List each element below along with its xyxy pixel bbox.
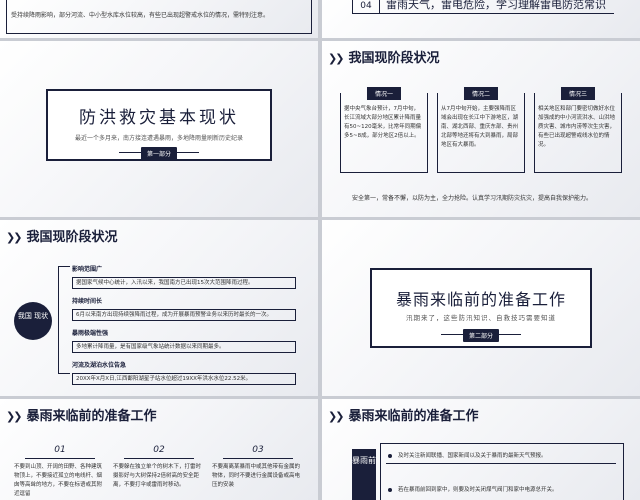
divider bbox=[386, 463, 616, 464]
list-item: 持续时间长 6月以来南方出现持续强降雨过程，成为开展暴雨预警业务以来历时最长的一… bbox=[72, 296, 302, 321]
slide-subtitle: 汛期来了，这些防汛知识、自救技巧需要知道 bbox=[406, 314, 556, 322]
part-badge: 第二部分 bbox=[462, 329, 500, 342]
header-text: 暴雨来临前的准备工作 bbox=[26, 409, 157, 424]
slide-thumbnail[interactable]: 暴雨来临前的准备工作 汛期来了，这些防汛知识、自救技巧需要知道 第二部分 bbox=[322, 220, 640, 396]
chevron-right-icon: ❯❯ bbox=[328, 52, 345, 65]
slide-header: ❯❯ 我国现阶段状况 bbox=[6, 226, 117, 245]
bullet-text: 若在暴雨前回到家中，则要及时关闭煤气阀门和家中电源总开关。 bbox=[398, 487, 558, 493]
slide-header: ❯❯ 暴雨来临前的准备工作 bbox=[6, 405, 156, 424]
item-body: 20XX年X月X日,江西鄱阳湖星子站水位超过19XX年洪水水位22.52米。 bbox=[72, 373, 296, 385]
step-text: 不要到山顶、开阔的田野、各种建筑物顶上，不要接近孤立的电线杆、烟囱等高耸的地方，… bbox=[14, 464, 103, 497]
title-box: 暴雨来临前的准备工作 汛期来了，这些防汛知识、自救技巧需要知道 第二部分 bbox=[370, 268, 592, 348]
divider bbox=[352, 13, 614, 14]
info-card: 情况一 据中央气象台预计，7月中旬，长江流域大部分地区累计降雨量有50~120毫… bbox=[340, 87, 428, 177]
info-card: 情况三 相关地区和部门要密切做好水位加强成的中小河流洪水、山洪地质灾害、城市内涝… bbox=[534, 87, 622, 177]
card-badge: 情况三 bbox=[560, 87, 596, 100]
topic-circle: 我国 现状 bbox=[14, 302, 52, 340]
vertical-label: 暴雨前 bbox=[352, 449, 376, 500]
chevron-right-icon: ❯❯ bbox=[328, 410, 345, 423]
bullet-row: 及时关注新闻联播、国家新闻以及关于暴雨的最新天气预报。 bbox=[386, 449, 616, 463]
section-title: 雷雨天气，雷电危险，学习理解雷电防范常识 bbox=[386, 0, 606, 11]
slide-title: 暴雨来临前的准备工作 bbox=[395, 290, 566, 309]
header-text: 我国现阶段状况 bbox=[26, 230, 118, 245]
slide-thumbnail[interactable]: 防洪救灾基本现状 最近一个多月来，南方接连遭遇暴雨，多地降雨量刷新历史纪录 第一… bbox=[0, 41, 318, 217]
list-item: 河流及湖泊水位告急 20XX年X月X日,江西鄱阳湖星子站水位超过19XX年洪水水… bbox=[72, 360, 302, 385]
step-column: 03 不要离离某暴雨中或其他带有金属的物体，同时不要进行金属设备或高电压的安装 bbox=[212, 445, 304, 490]
list-item: 影响范围广 据国家气候中心统计，入汛以来，我国南方已出现15次大范围降雨过程。 bbox=[72, 264, 302, 289]
step-number: 02 bbox=[153, 445, 165, 455]
divider bbox=[25, 458, 95, 459]
slide-thumbnail[interactable]: ❯❯ 暴雨来临前的准备工作 01 不要到山顶、开阔的田野、各种建筑物顶上，不要接近… bbox=[0, 399, 318, 500]
slide-footer-text: 安全第一，常备不懈，以防为主，全力抢险。认真学习汛期防灾抗灾，提高自我保护能力。 bbox=[352, 195, 593, 202]
title-box: 防洪救灾基本现状 最近一个多月来，南方接连遭遇暴雨，多地降雨量刷新历史纪录 第一… bbox=[46, 89, 272, 161]
header-text: 暴雨来临前的准备工作 bbox=[348, 409, 479, 424]
slide-header: ❯❯ 暴雨来临前的准备工作 bbox=[328, 405, 478, 424]
card-badge: 情况二 bbox=[463, 87, 499, 100]
list-item: 暴雨极端性强 多地累计降雨量，是有国家级气象站统计数据以来同期最多。 bbox=[72, 328, 302, 353]
slide-thumbnail[interactable]: ❯❯ 我国现阶段状况 情况一 据中央气象台预计，7月中旬，长江流域大部分地区累计降… bbox=[322, 41, 640, 217]
card-badge: 情况一 bbox=[366, 87, 402, 100]
info-card: 情况二 从7月中旬开始，主要强降雨区域会出现在长江中下游地区，湖南、湖北西部、重… bbox=[437, 87, 525, 177]
chevron-right-icon: ❯❯ bbox=[6, 231, 23, 244]
step-column: 02 不要躲在独立单个的树木下，打雷时摄影好与大树保持2倍树高的安全距离，不要打… bbox=[113, 445, 205, 490]
item-title: 暴雨极端性强 bbox=[72, 330, 109, 337]
step-text: 不要离离某暴雨中或其他带有金属的物体，同时不要进行金属设备或高电压的安装 bbox=[212, 464, 301, 488]
step-number: 01 bbox=[54, 445, 66, 455]
body-text: 受持续降雨影响，部分河流、中小型水库水位较高，有些已出现超警戒水位的情况，需特别… bbox=[11, 12, 270, 19]
item-title: 影响范围广 bbox=[72, 266, 103, 273]
item-body: 6月以来南方出现持续强降雨过程，成为开展暴雨预警业务以来历时最长的一次。 bbox=[72, 309, 296, 321]
item-title: 河流及湖泊水位告急 bbox=[72, 362, 127, 369]
slide-title: 防洪救灾基本现状 bbox=[79, 108, 239, 128]
card-body: 相关地区和部门要密切做好水位加强成的中小河流洪水、山洪地质灾害、城市内涝等次生灾… bbox=[538, 106, 616, 148]
step-text: 不要躲在独立单个的树木下，打雷时摄影好与大树保持2倍树高的安全距离，不要打伞或雷… bbox=[113, 464, 202, 488]
bullet-text: 及时关注新闻联播、国家新闻以及关于暴雨的最新天气预报。 bbox=[398, 453, 547, 459]
slide-thumbnail[interactable]: 受持续降雨影响，部分河流、中小型水库水位较高，有些已出现超警戒水位的情况，需特别… bbox=[0, 0, 318, 38]
slide-thumbnail[interactable]: ❯❯ 我国现阶段状况 我国 现状 影响范围广 据国家气候中心统计，入汛以来，我国南… bbox=[0, 220, 318, 396]
item-body: 据国家气候中心统计，入汛以来，我国南方已出现15次大范围降雨过程。 bbox=[72, 277, 296, 289]
chevron-right-icon: ❯❯ bbox=[6, 410, 23, 423]
slide-thumbnail[interactable]: 04 雷雨天气，雷电危险，学习理解雷电防范常识 bbox=[322, 0, 640, 38]
step-column: 01 不要到山顶、开阔的田野、各种建筑物顶上，不要接近孤立的电线杆、烟囱等高耸的… bbox=[14, 445, 106, 499]
section-number: 04 bbox=[352, 0, 380, 14]
divider bbox=[223, 458, 293, 459]
bullet-icon bbox=[388, 454, 392, 458]
card-body: 从7月中旬开始，主要强降雨区域会出现在长江中下游地区，湖南、湖北西部、重庆东部、… bbox=[441, 106, 519, 148]
header-text: 我国现阶段状况 bbox=[348, 51, 440, 66]
slide-subtitle: 最近一个多月来，南方接连遭遇暴雨，多地降雨量刷新历史纪录 bbox=[74, 135, 243, 142]
bracket-connector bbox=[58, 266, 70, 374]
slide-thumbnail[interactable]: ❯❯ 暴雨来临前的准备工作 暴雨前 及时关注新闻联播、国家新闻以及关于暴雨的最新天… bbox=[322, 399, 640, 500]
bullet-row: 若在暴雨前回到家中，则要及时关闭煤气阀门和家中电源总开关。 bbox=[386, 483, 616, 497]
slide-grid: 受持续降雨影响，部分河流、中小型水库水位较高，有些已出现超警戒水位的情况，需特别… bbox=[0, 0, 640, 500]
card-body: 据中央气象台预计，7月中旬，长江流域大部分地区累计降雨量有50~120毫米，比常… bbox=[344, 106, 422, 139]
part-badge: 第一部分 bbox=[140, 147, 178, 160]
bullet-icon bbox=[388, 488, 392, 492]
slide-header: ❯❯ 我国现阶段状况 bbox=[328, 47, 439, 66]
text-frame: 受持续降雨影响，部分河流、中小型水库水位较高，有些已出现超警戒水位的情况，需特别… bbox=[6, 0, 312, 34]
divider bbox=[124, 458, 194, 459]
item-body: 多地累计降雨量，是有国家级气象站统计数据以来同期最多。 bbox=[72, 341, 296, 353]
item-title: 持续时间长 bbox=[72, 298, 103, 305]
step-number: 03 bbox=[252, 445, 264, 455]
